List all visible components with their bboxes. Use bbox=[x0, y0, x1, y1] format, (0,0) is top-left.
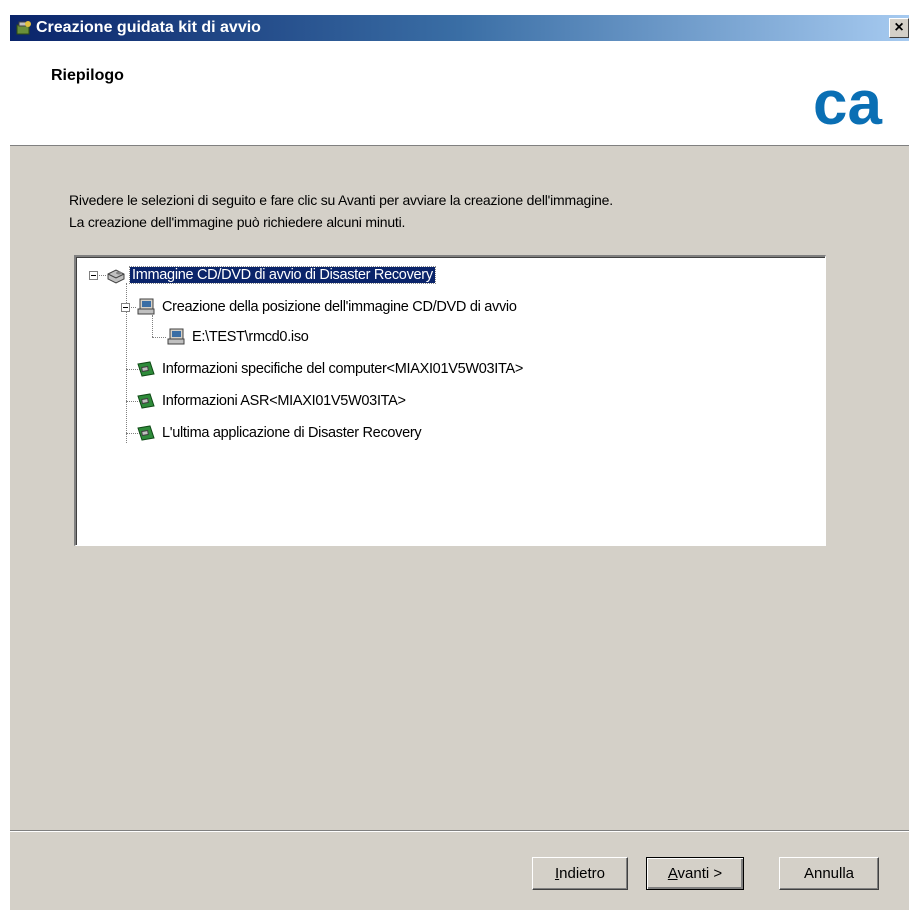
next-button-accesskey: A bbox=[667, 865, 678, 882]
intro-line-1: Rivedere le selezioni di seguito e fare … bbox=[69, 192, 613, 208]
back-button[interactable]: Indietro bbox=[532, 857, 628, 890]
computer-icon bbox=[167, 328, 185, 345]
ca-logo: ca bbox=[813, 69, 882, 137]
cd-drive-icon bbox=[107, 269, 125, 284]
network-card-icon bbox=[137, 361, 155, 377]
tree-node-label: L'ultima applicazione di Disaster Recove… bbox=[162, 425, 422, 441]
ca-logo-text: ca bbox=[813, 69, 882, 137]
tree-node-label: Informazioni specifiche del computer<MIA… bbox=[162, 361, 524, 377]
footer-divider bbox=[10, 830, 909, 832]
intro-line-2: La creazione dell'immagine può richieder… bbox=[69, 214, 406, 230]
wizard-header: Riepilogo ca bbox=[10, 41, 909, 146]
collapse-toggle[interactable] bbox=[121, 303, 130, 312]
next-button-label-post: vanti > bbox=[677, 865, 723, 882]
network-card-icon bbox=[137, 393, 155, 409]
close-button[interactable]: × bbox=[889, 18, 909, 38]
tree-node-label: Informazioni ASR<MIAXI01V5W03ITA> bbox=[162, 393, 406, 409]
page-title: Riepilogo bbox=[51, 67, 124, 84]
title-bar[interactable]: Creazione guidata kit di avvio × bbox=[10, 15, 909, 41]
tree-node-image-location[interactable]: Creazione della posizione dell'immagine … bbox=[136, 297, 519, 317]
cancel-button[interactable]: Annulla bbox=[779, 857, 879, 890]
tree-node-label: E:\TEST\rmcd0.iso bbox=[192, 329, 309, 345]
tree-node-label: Creazione della posizione dell'immagine … bbox=[162, 299, 517, 315]
window-title: Creazione guidata kit di avvio bbox=[36, 19, 261, 36]
tree-node-last-application[interactable]: L'ultima applicazione di Disaster Recove… bbox=[136, 423, 423, 443]
back-button-label-post: ndietro bbox=[559, 865, 606, 882]
wizard-window: Creazione guidata kit di avvio × Riepilo… bbox=[10, 15, 909, 910]
tree-node-computer-info[interactable]: Informazioni specifiche del computer<MIA… bbox=[136, 359, 525, 379]
network-card-icon bbox=[137, 425, 155, 441]
tree-node-iso-path[interactable]: E:\TEST\rmcd0.iso bbox=[166, 327, 311, 347]
wizard-app-icon bbox=[16, 21, 31, 35]
tree-connector bbox=[152, 337, 166, 339]
next-button[interactable]: Avanti > bbox=[646, 857, 744, 890]
tree-node-asr-info[interactable]: Informazioni ASR<MIAXI01V5W03ITA> bbox=[136, 391, 408, 411]
intro-text: Rivedere le selezioni di seguito e fare … bbox=[69, 192, 613, 236]
tree-connector bbox=[152, 315, 154, 337]
tree-node-label: Immagine CD/DVD di avvio di Disaster Rec… bbox=[129, 266, 436, 284]
computer-icon bbox=[137, 298, 155, 315]
summary-tree[interactable]: Immagine CD/DVD di avvio di Disaster Rec… bbox=[74, 255, 826, 546]
collapse-toggle[interactable] bbox=[89, 271, 98, 280]
tree-node-root[interactable]: Immagine CD/DVD di avvio di Disaster Rec… bbox=[106, 265, 436, 285]
